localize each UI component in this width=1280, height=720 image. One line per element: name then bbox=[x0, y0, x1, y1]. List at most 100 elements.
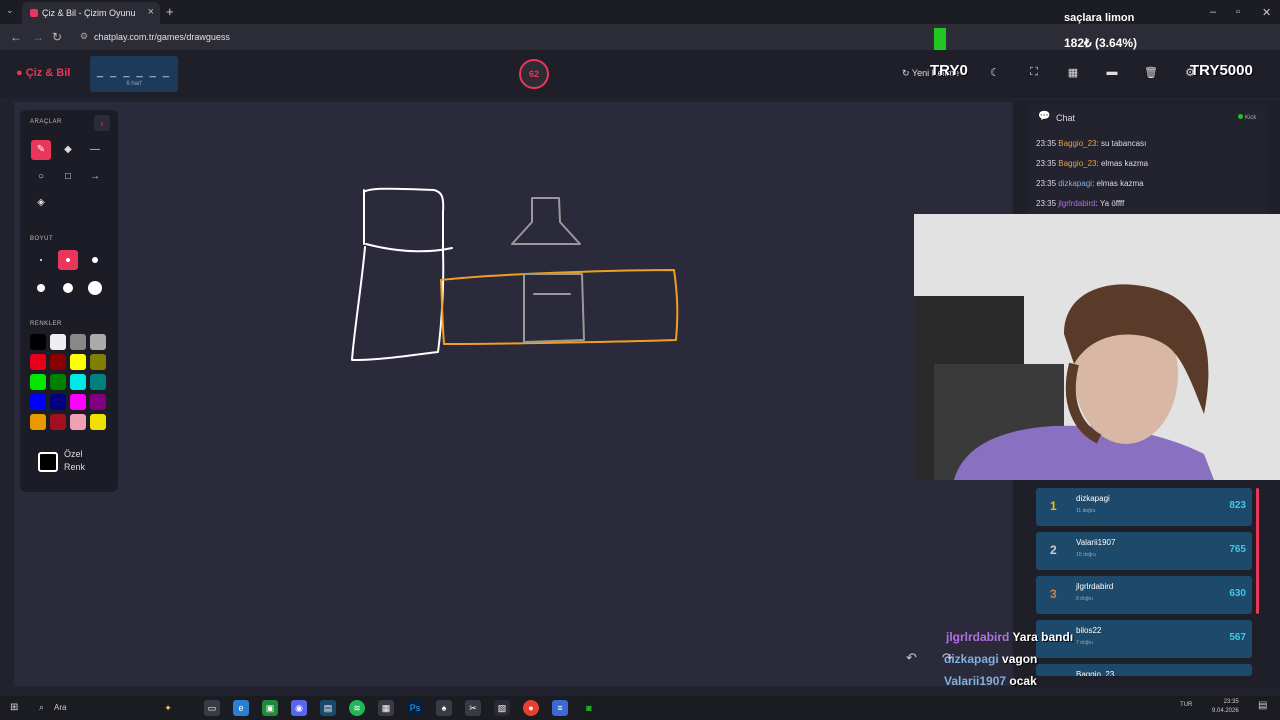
reload-icon[interactable]: ↻ bbox=[52, 30, 62, 44]
circle-tool[interactable]: ○ bbox=[31, 167, 51, 187]
collapse-panel-button[interactable]: ‹ bbox=[94, 115, 110, 131]
color-swatch[interactable] bbox=[30, 394, 46, 410]
color-swatch[interactable] bbox=[90, 334, 106, 350]
docs-icon[interactable]: ≡ bbox=[552, 700, 568, 716]
chat-time: 23:35 bbox=[1036, 159, 1059, 168]
copilot-icon[interactable]: ✦ bbox=[160, 700, 176, 716]
tray-language[interactable]: TUR bbox=[1180, 702, 1192, 708]
pencil-tool[interactable]: ✎ bbox=[31, 140, 51, 160]
color-swatch[interactable] bbox=[70, 334, 86, 350]
tray-date: 9.04.2026 bbox=[1212, 708, 1239, 714]
color-swatch[interactable] bbox=[30, 334, 46, 350]
edge-icon[interactable]: e bbox=[233, 700, 249, 716]
chat-user[interactable]: jlgrlrdabird bbox=[1058, 199, 1095, 208]
leaderboard-name: Valarii1907 bbox=[1076, 538, 1116, 547]
app-logo[interactable]: ● Çiz & Bil bbox=[16, 67, 70, 79]
custom-color-label[interactable]: Özel Renk bbox=[64, 448, 104, 474]
url-field[interactable]: ⚙ chatplay.com.tr/games/drawguess bbox=[76, 28, 926, 46]
size-5[interactable] bbox=[58, 278, 78, 298]
color-swatch[interactable] bbox=[70, 374, 86, 390]
color-swatch[interactable] bbox=[50, 334, 66, 350]
redo-icon[interactable]: ↷ bbox=[942, 650, 953, 666]
capcut-icon[interactable]: ✂ bbox=[465, 700, 481, 716]
leaderboard-name: Baggio_23 bbox=[1076, 670, 1115, 676]
fullscreen-icon[interactable]: ⛶ bbox=[1026, 66, 1042, 79]
size-1[interactable] bbox=[31, 250, 51, 270]
new-tab-icon[interactable]: + bbox=[166, 4, 174, 19]
trash-icon[interactable]: 🗑 bbox=[1143, 66, 1159, 79]
keyboard-icon[interactable]: ▦ bbox=[1065, 66, 1081, 79]
files-icon[interactable]: ▦ bbox=[378, 700, 394, 716]
overlay-currency-left: TRY0 bbox=[930, 62, 968, 79]
color-swatch[interactable] bbox=[90, 354, 106, 370]
back-icon[interactable]: ← bbox=[10, 30, 22, 44]
custom-color-button[interactable] bbox=[38, 452, 58, 472]
undo-icon[interactable]: ↶ bbox=[906, 650, 917, 666]
color-swatch[interactable] bbox=[30, 414, 46, 430]
color-swatch[interactable] bbox=[70, 414, 86, 430]
color-swatch[interactable] bbox=[90, 394, 106, 410]
photoshop-icon[interactable]: Ps bbox=[407, 700, 423, 716]
notification-icon[interactable]: ▤ bbox=[1258, 700, 1267, 711]
line-tool[interactable]: — bbox=[85, 140, 105, 160]
arrow-tool[interactable]: → bbox=[85, 167, 105, 187]
word-dashes: _ _ _ _ _ _ bbox=[97, 66, 171, 78]
app-icon[interactable]: ▤ bbox=[320, 700, 336, 716]
game-icon[interactable]: ♠ bbox=[436, 700, 452, 716]
color-swatch[interactable] bbox=[90, 374, 106, 390]
discord-icon[interactable]: ◉ bbox=[291, 700, 307, 716]
chat-text: : elmas kazma bbox=[1092, 179, 1144, 188]
chat-user[interactable]: dizkapagi bbox=[1058, 179, 1092, 188]
tray-clock[interactable]: 23:35 9.04.2026 bbox=[1212, 698, 1239, 716]
size-title: BOYUT bbox=[30, 236, 54, 242]
close-window-icon[interactable]: ✕ bbox=[1262, 6, 1271, 19]
leaderboard-name: bilos22 bbox=[1076, 626, 1102, 635]
eraser-tool[interactable]: ◆ bbox=[58, 140, 78, 160]
color-swatch[interactable] bbox=[50, 394, 66, 410]
forward-icon[interactable]: → bbox=[32, 30, 44, 44]
size-4[interactable] bbox=[31, 278, 51, 298]
rectangle-tool[interactable]: □ bbox=[58, 167, 78, 187]
fill-tool[interactable]: ◈ bbox=[31, 193, 51, 213]
color-swatch[interactable] bbox=[70, 354, 86, 370]
overlay-goal-title: saçlara limon bbox=[1064, 12, 1135, 24]
color-swatch[interactable] bbox=[50, 414, 66, 430]
task-view-icon[interactable]: ▭ bbox=[204, 700, 220, 716]
dark-mode-icon[interactable]: ☾ bbox=[987, 66, 1003, 79]
stroke-gray-inner-box bbox=[523, 273, 585, 343]
color-swatch[interactable] bbox=[90, 414, 106, 430]
maximize-icon[interactable]: ▫ bbox=[1236, 6, 1240, 18]
tab-menu-icon[interactable]: ⌄ bbox=[6, 5, 14, 16]
guess-word: vagon bbox=[998, 652, 1038, 666]
size-3[interactable] bbox=[85, 250, 105, 270]
store-icon[interactable]: ▣ bbox=[262, 700, 278, 716]
rectangle-icon: □ bbox=[64, 171, 72, 182]
site-info-icon[interactable]: ⚙ bbox=[80, 31, 88, 42]
search-icon: ⌕ bbox=[39, 702, 45, 712]
color-swatch[interactable] bbox=[50, 374, 66, 390]
custom-color-label-1: Özel bbox=[64, 449, 83, 459]
color-swatch[interactable] bbox=[30, 374, 46, 390]
browser-tab[interactable]: Çiz & Bil - Çizim Oyunu × bbox=[22, 2, 160, 24]
kick-app-icon[interactable]: ◙ bbox=[581, 700, 597, 716]
color-swatch[interactable] bbox=[50, 354, 66, 370]
color-swatch[interactable] bbox=[70, 394, 86, 410]
color-swatch[interactable] bbox=[30, 354, 46, 370]
app-header bbox=[0, 50, 1280, 98]
close-tab-icon[interactable]: × bbox=[148, 6, 154, 18]
clear-icon[interactable]: ▬ bbox=[1104, 66, 1120, 78]
chrome-icon[interactable]: ● bbox=[523, 700, 539, 716]
leaderboard-name: jlgrlrdabird bbox=[1076, 582, 1114, 591]
chat-user[interactable]: Baggio_23 bbox=[1058, 159, 1096, 168]
minimize-icon[interactable]: – bbox=[1210, 6, 1216, 18]
webcam-image bbox=[914, 214, 1280, 480]
app2-icon[interactable]: ▧ bbox=[494, 700, 510, 716]
spotify-icon[interactable]: ≋ bbox=[349, 700, 365, 716]
size-6[interactable] bbox=[85, 278, 105, 298]
chat-user[interactable]: Baggio_23 bbox=[1058, 139, 1096, 148]
start-icon[interactable]: ⊞ bbox=[10, 702, 18, 713]
chat-text: : su tabancası bbox=[1096, 139, 1147, 148]
leaderboard-scrollbar[interactable] bbox=[1256, 488, 1259, 614]
size-2[interactable] bbox=[58, 250, 78, 270]
custom-color-label-2: Renk bbox=[64, 462, 86, 472]
